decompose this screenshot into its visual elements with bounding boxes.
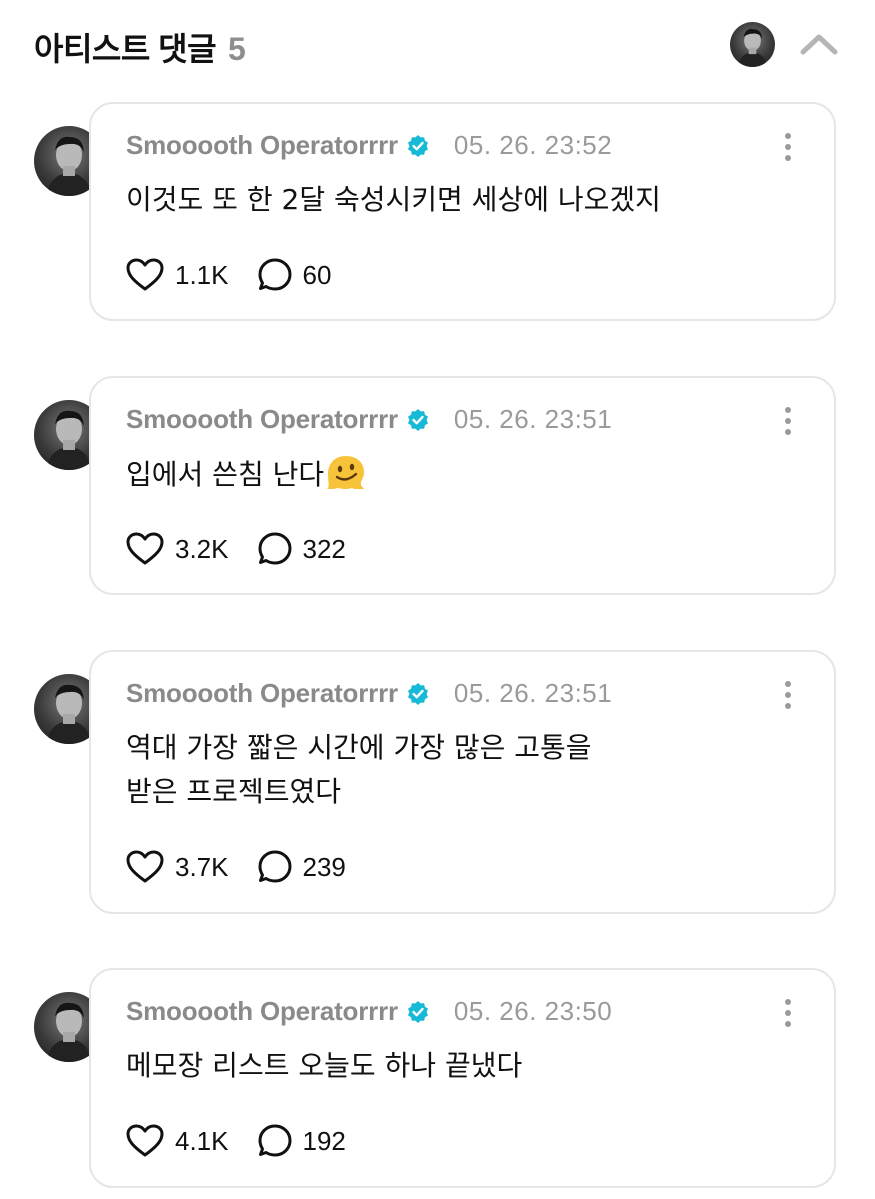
speech-bubble-icon <box>258 1124 291 1157</box>
author-name[interactable]: Smooooth Operatorrrr <box>126 404 398 435</box>
speech-bubble-icon <box>258 532 291 565</box>
reply-button[interactable]: 60 <box>257 257 332 293</box>
comment-timestamp: 05. 26. 23:51 <box>453 404 613 434</box>
comment-meta: Smooooth Operatorrrr 05. 26. 23:52 <box>126 130 612 161</box>
comment-card: Smooooth Operatorrrr 05. 26. 23:51 역대 가장… <box>89 650 836 914</box>
like-button[interactable]: 4.1K <box>125 1123 229 1159</box>
comment-timestamp: 05. 26. 23:51 <box>453 678 613 708</box>
more-vertical-icon <box>785 407 791 435</box>
author-name[interactable]: Smooooth Operatorrrr <box>126 130 398 161</box>
comment-meta: Smooooth Operatorrrr 05. 26. 23:51 <box>126 678 612 709</box>
verified-badge-icon <box>407 682 428 705</box>
reply-count: 192 <box>302 1125 346 1156</box>
comment-actions: 1.1K 60 <box>125 257 359 293</box>
like-count: 4.1K <box>175 1125 229 1156</box>
more-options-button[interactable] <box>778 132 798 162</box>
reply-button[interactable]: 192 <box>257 1123 346 1159</box>
heart-icon <box>126 1124 164 1157</box>
more-vertical-icon <box>785 133 791 161</box>
comment-actions: 3.7K 239 <box>125 849 374 885</box>
speech-bubble-icon <box>258 258 291 291</box>
reply-button[interactable]: 239 <box>257 849 346 885</box>
comment-card: Smooooth Operatorrrr 05. 26. 23:52 이것도 또… <box>89 102 836 321</box>
like-count: 3.2K <box>175 533 229 564</box>
more-vertical-icon <box>785 999 791 1027</box>
like-count: 1.1K <box>175 259 229 290</box>
heart-icon <box>126 532 164 565</box>
heart-icon <box>126 258 164 291</box>
melting-face-emoji-icon <box>327 456 365 489</box>
heart-icon <box>126 850 164 883</box>
reply-button[interactable]: 322 <box>257 531 346 567</box>
more-options-button[interactable] <box>778 680 798 710</box>
comment-count: 5 <box>228 31 246 67</box>
comment-text: 메모장 리스트 오늘도 하나 끝냈다 <box>126 1049 523 1082</box>
comment-text-content: 입에서 쓴침 난다 <box>126 458 325 491</box>
comment-card: Smooooth Operatorrrr 05. 26. 23:50 메모장 리… <box>89 968 836 1188</box>
section-title-label: 아티스트 댓글 <box>34 31 217 67</box>
like-count: 3.7K <box>175 851 229 882</box>
collapse-button[interactable] <box>798 24 840 64</box>
speech-bubble-icon <box>258 850 291 883</box>
comment-meta: Smooooth Operatorrrr 05. 26. 23:51 <box>126 404 612 435</box>
verified-badge-icon <box>407 134 428 157</box>
comment-text: 입에서 쓴침 난다 <box>126 452 746 497</box>
comment-actions: 3.2K 322 <box>125 531 374 567</box>
chevron-up-icon <box>800 34 838 55</box>
comment-card: Smooooth Operatorrrr 05. 26. 23:51 입에서 쓴… <box>89 376 836 595</box>
comment-text: 역대 가장 짧은 시간에 가장 많은 고통을 받은 프로젝트였다 <box>126 731 592 808</box>
avatar[interactable] <box>730 22 775 67</box>
verified-badge-icon <box>407 1000 428 1023</box>
comments-header: 아티스트 댓글 5 <box>0 0 875 92</box>
reply-count: 60 <box>302 259 332 290</box>
comment-timestamp: 05. 26. 23:52 <box>453 130 613 160</box>
reply-count: 322 <box>302 533 346 564</box>
comment-meta: Smooooth Operatorrrr 05. 26. 23:50 <box>126 996 612 1027</box>
avatar-portrait-icon <box>737 28 768 67</box>
more-vertical-icon <box>785 681 791 709</box>
comment-actions: 4.1K 192 <box>125 1123 374 1159</box>
section-title: 아티스트 댓글 5 <box>34 24 246 70</box>
author-name[interactable]: Smooooth Operatorrrr <box>126 678 398 709</box>
like-button[interactable]: 3.7K <box>125 849 229 885</box>
author-name[interactable]: Smooooth Operatorrrr <box>126 996 398 1027</box>
verified-badge-icon <box>407 408 428 431</box>
reply-count: 239 <box>302 851 346 882</box>
comment-timestamp: 05. 26. 23:50 <box>453 996 613 1026</box>
comment-text: 이것도 또 한 2달 숙성시키면 세상에 나오겠지 <box>126 183 661 216</box>
more-options-button[interactable] <box>778 998 798 1028</box>
like-button[interactable]: 1.1K <box>125 257 229 293</box>
like-button[interactable]: 3.2K <box>125 531 229 567</box>
more-options-button[interactable] <box>778 406 798 436</box>
